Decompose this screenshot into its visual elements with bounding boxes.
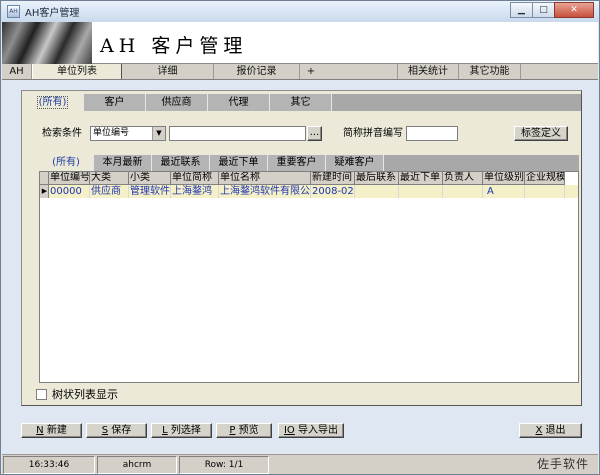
filter-tab-this-month[interactable]: 本月最新 bbox=[94, 155, 152, 171]
cell-created-time[interactable]: 2008-02- bbox=[311, 185, 355, 198]
main-tab-ah[interactable]: AH bbox=[2, 64, 32, 79]
grid-column-header[interactable]: 单位编号 bbox=[49, 172, 90, 185]
unit-grid[interactable]: 单位编号 大类 小类 单位简称 单位名称 新建时间 最后联系 最近下单 负责人 … bbox=[39, 171, 579, 383]
cell-recent-order[interactable] bbox=[399, 185, 443, 198]
status-user: ahcrm bbox=[97, 456, 177, 474]
search-more-button[interactable]: ... bbox=[307, 126, 322, 141]
app-window: AH AH客户管理 ▁ □ ✕ AH 客户管理 AH 单位列表 详细 报价记录 … bbox=[0, 0, 600, 475]
cell-unit-level[interactable]: A bbox=[483, 185, 525, 198]
grid-column-header[interactable]: 最后联系 bbox=[355, 172, 399, 185]
app-icon: AH bbox=[7, 5, 20, 18]
filter-tab-important[interactable]: 重要客户 bbox=[268, 155, 326, 171]
watermark-text: 佐手软件 bbox=[536, 457, 589, 471]
window-title: AH客户管理 bbox=[25, 8, 80, 19]
grid-column-header[interactable]: 新建时间 bbox=[311, 172, 355, 185]
save-button[interactable]: S 保存 bbox=[86, 423, 147, 438]
banner-title: AH 客户管理 bbox=[100, 35, 248, 57]
new-button[interactable]: N 新建 bbox=[21, 423, 82, 438]
tree-view-checkbox[interactable] bbox=[36, 389, 47, 400]
title-bar[interactable]: AH AH客户管理 ▁ □ ✕ bbox=[1, 1, 599, 22]
window-controls: ▁ □ ✕ bbox=[510, 2, 594, 18]
grid-column-header[interactable]: 企业规模 bbox=[525, 172, 565, 185]
search-field-select[interactable]: 单位编号 ▼ bbox=[90, 126, 166, 141]
search-input[interactable] bbox=[169, 126, 306, 141]
exit-button[interactable]: X 退出 bbox=[519, 423, 582, 438]
app-banner: AH 客户管理 bbox=[2, 22, 598, 64]
grid-column-header[interactable]: 大类 bbox=[90, 172, 129, 185]
chevron-down-icon[interactable]: ▼ bbox=[152, 127, 165, 140]
pinyin-abbr-label: 简称拼音编写 bbox=[343, 128, 403, 139]
grid-column-header[interactable]: 负责人 bbox=[443, 172, 483, 185]
grid-column-header[interactable]: 单位级别 bbox=[483, 172, 525, 185]
preview-button[interactable]: P 预览 bbox=[216, 423, 272, 438]
cell-unit-name[interactable]: 上海鍪鸿软件有限公司 bbox=[219, 185, 311, 198]
filter-tab-recent-order[interactable]: 最近下单 bbox=[210, 155, 268, 171]
grid-column-header[interactable]: 最近下单 bbox=[399, 172, 443, 185]
close-button[interactable]: ✕ bbox=[554, 2, 594, 18]
tree-view-label: 树状列表显示 bbox=[52, 388, 118, 401]
import-export-button[interactable]: IO 导入导出 bbox=[278, 423, 344, 438]
pinyin-abbr-input[interactable] bbox=[406, 126, 458, 141]
cell-company-size[interactable] bbox=[525, 185, 565, 198]
main-tab-statistics[interactable]: 相关统计 bbox=[397, 64, 459, 79]
row-pointer-icon: ▶ bbox=[40, 185, 49, 198]
cell-category[interactable]: 供应商 bbox=[90, 185, 129, 198]
category-tab-agent[interactable]: 代理 bbox=[208, 94, 270, 111]
grid-column-header[interactable]: 单位名称 bbox=[219, 172, 311, 185]
main-tab-bar: AH 单位列表 详细 报价记录 + 相关统计 其它功能 bbox=[2, 64, 598, 80]
cell-owner[interactable] bbox=[443, 185, 483, 198]
column-select-button[interactable]: L 列选择 bbox=[151, 423, 212, 438]
filter-tabs: (所有) 本月最新 最近联系 最近下单 重要客户 疑难客户 bbox=[39, 155, 579, 171]
minimize-button[interactable]: ▁ bbox=[510, 2, 533, 18]
main-tab-quote-records[interactable]: 报价记录 bbox=[214, 64, 300, 79]
category-tab-customer[interactable]: 客户 bbox=[84, 94, 146, 111]
grid-column-header[interactable]: 单位简称 bbox=[171, 172, 219, 185]
cell-short-name[interactable]: 上海鍪鸿 bbox=[171, 185, 219, 198]
grid-header: 单位编号 大类 小类 单位简称 单位名称 新建时间 最后联系 最近下单 负责人 … bbox=[40, 172, 578, 185]
main-tab-add[interactable]: + bbox=[300, 64, 322, 79]
filter-tab-difficult[interactable]: 疑难客户 bbox=[326, 155, 384, 171]
cell-last-contact[interactable] bbox=[355, 185, 399, 198]
grid-header-indicator bbox=[40, 172, 49, 185]
main-tab-detail[interactable]: 详细 bbox=[122, 64, 214, 79]
table-row[interactable]: ▶ 00000 供应商 管理软件 上海鍪鸿 上海鍪鸿软件有限公司 2008-02… bbox=[40, 185, 578, 198]
category-tab-other[interactable]: 其它 bbox=[270, 94, 332, 111]
unit-list-panel: (所有) 客户 供应商 代理 其它 检索条件 单位编号 ▼ ... 简称拼音编写… bbox=[21, 90, 582, 406]
main-tab-other-functions[interactable]: 其它功能 bbox=[459, 64, 521, 79]
category-tab-supplier[interactable]: 供应商 bbox=[146, 94, 208, 111]
search-condition-label: 检索条件 bbox=[42, 128, 82, 139]
banner-logo-art bbox=[2, 22, 92, 64]
cell-unit-code[interactable]: 00000 bbox=[49, 185, 90, 198]
category-tabs: (所有) 客户 供应商 代理 其它 bbox=[22, 94, 581, 111]
status-time: 16:33:46 bbox=[3, 456, 95, 474]
cell-subcategory[interactable]: 管理软件 bbox=[129, 185, 171, 198]
category-tab-all[interactable]: (所有) bbox=[22, 94, 84, 111]
status-row: Row: 1/1 bbox=[179, 456, 269, 474]
grid-column-header[interactable]: 小类 bbox=[129, 172, 171, 185]
main-tab-unit-list[interactable]: 单位列表 bbox=[32, 64, 122, 79]
tag-definition-button[interactable]: 标签定义 bbox=[514, 126, 568, 141]
search-row: 检索条件 单位编号 ▼ ... 简称拼音编写 标签定义 bbox=[22, 124, 581, 144]
search-field-value: 单位编号 bbox=[93, 128, 130, 138]
filter-tab-all[interactable]: (所有) bbox=[39, 155, 94, 171]
status-bar: 16:33:46 ahcrm Row: 1/1 bbox=[2, 454, 598, 474]
maximize-button[interactable]: □ bbox=[532, 2, 555, 18]
filter-tab-recent-contact[interactable]: 最近联系 bbox=[152, 155, 210, 171]
